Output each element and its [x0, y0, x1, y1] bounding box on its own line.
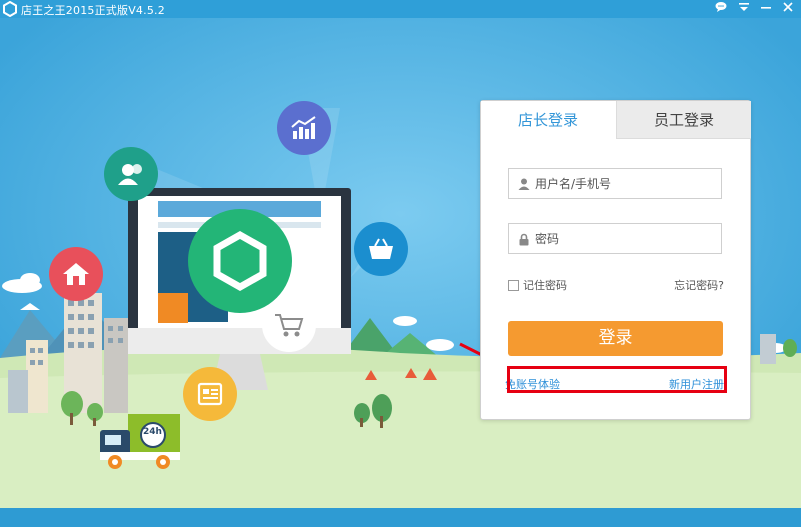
- delivery-24h-badge: 24h: [143, 427, 162, 437]
- home-icon: [49, 247, 103, 301]
- tab-owner-login[interactable]: 店长登录: [481, 101, 615, 139]
- minimize-button[interactable]: [758, 1, 774, 17]
- remember-checkbox[interactable]: [508, 280, 519, 291]
- forgot-password-link[interactable]: 忘记密码?: [674, 277, 724, 293]
- username-input[interactable]: [535, 169, 715, 198]
- password-input[interactable]: [535, 224, 715, 253]
- remember-label: 记住密码: [523, 279, 567, 292]
- store-logo-icon: [188, 209, 292, 313]
- window-title: 店王之王2015正式版V4.5.2: [21, 4, 165, 17]
- login-button[interactable]: 登录: [508, 321, 723, 356]
- news-icon: [183, 367, 237, 421]
- basket-icon: [354, 222, 408, 276]
- tab-staff-login[interactable]: 员工登录: [616, 101, 751, 139]
- chat-bubble-icon[interactable]: [713, 1, 729, 17]
- close-button[interactable]: [780, 1, 796, 17]
- bottom-bar: [0, 508, 801, 527]
- lock-icon: [519, 233, 529, 246]
- highlight-box: [507, 366, 727, 393]
- chart-up-icon: [277, 101, 331, 155]
- app-logo-icon: [3, 1, 17, 17]
- menu-icon[interactable]: [736, 1, 752, 17]
- password-field[interactable]: [508, 223, 722, 254]
- user-icon: [518, 178, 530, 190]
- users-icon: [104, 147, 158, 201]
- cart-icon: [262, 298, 316, 352]
- username-field[interactable]: [508, 168, 722, 199]
- title-bar: 店王之王2015正式版V4.5.2: [0, 0, 801, 18]
